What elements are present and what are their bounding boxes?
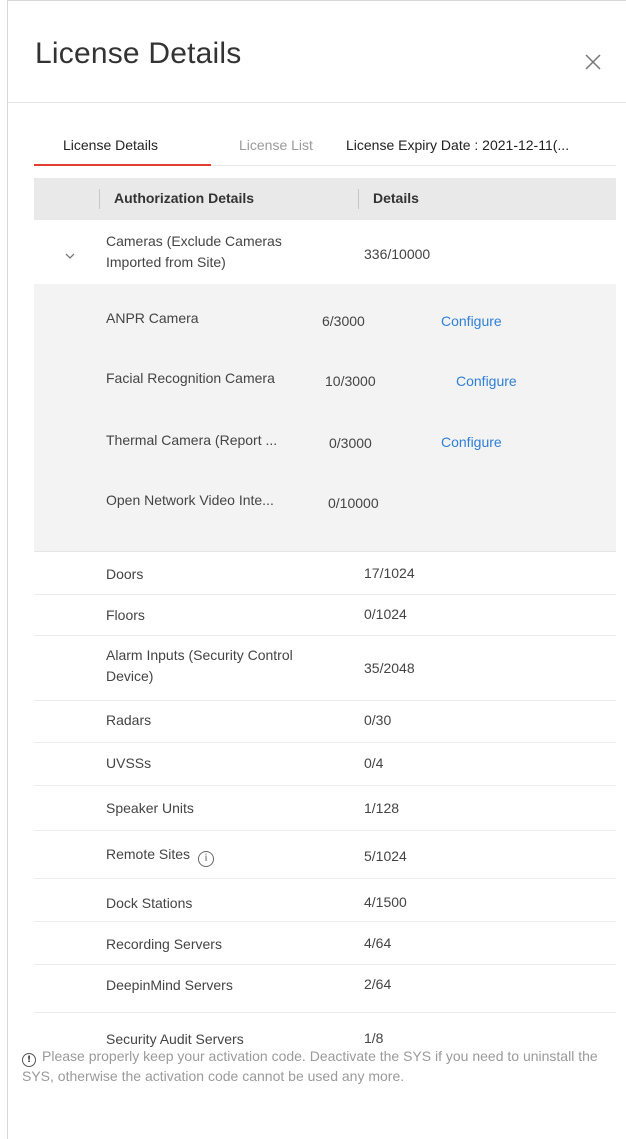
table-row-speaker-units: Speaker Units 1/128 <box>34 786 616 831</box>
table-row-cameras[interactable]: Cameras (Exclude Cameras Imported from S… <box>34 220 616 284</box>
sub-row-name: ANPR Camera <box>106 310 199 326</box>
dialog-header: License Details <box>8 1 626 103</box>
row-value: 4/1500 <box>364 894 407 910</box>
row-name-line: Cameras (Exclude Cameras <box>106 233 282 249</box>
tab-license-list[interactable]: License List <box>239 137 313 153</box>
row-value: 0/4 <box>364 755 384 771</box>
license-expiry-date: License Expiry Date : 2021-12-11(... <box>346 137 570 153</box>
row-name: Remote Sites i <box>106 844 215 867</box>
column-header-details: Details <box>373 190 419 206</box>
row-name: Recording Servers <box>106 936 222 952</box>
table-row-security-audit-servers: Security Audit Servers 1/8 <box>34 1013 616 1047</box>
configure-link[interactable]: Configure <box>441 434 502 450</box>
row-value: 17/1024 <box>364 565 415 581</box>
sub-row-value: 6/3000 <box>322 313 365 329</box>
column-header-authorization-details: Authorization Details <box>114 190 255 206</box>
row-name: Alarm Inputs (Security Control Device) <box>106 645 293 687</box>
row-name: Cameras (Exclude Cameras Imported from S… <box>106 231 282 273</box>
table-row-alarm-inputs: Alarm Inputs (Security Control Device) 3… <box>34 636 616 701</box>
table-row-radars: Radars 0/30 <box>34 701 616 743</box>
close-icon[interactable] <box>581 50 605 74</box>
sub-row-facial-recognition-camera: Facial Recognition Camera 10/3000 Config… <box>34 370 616 410</box>
row-value: 1/8 <box>364 1030 384 1046</box>
row-value: 0/1024 <box>364 606 407 622</box>
table-row-uvsss: UVSSs 0/4 <box>34 743 616 786</box>
tab-license-details[interactable]: License Details <box>63 137 158 153</box>
active-tab-indicator <box>34 164 211 166</box>
table-row-deepinmind-servers: DeepinMind Servers 2/64 <box>34 965 616 1013</box>
row-value: 35/2048 <box>364 660 415 676</box>
configure-link[interactable]: Configure <box>441 313 502 329</box>
row-name: Doors <box>106 566 144 582</box>
row-value: 4/64 <box>364 935 392 951</box>
sub-row-thermal-camera: Thermal Camera (Report ... 0/3000 Config… <box>34 432 616 472</box>
row-name: Dock Stations <box>106 895 193 911</box>
column-divider <box>99 189 100 209</box>
sub-row-open-network-video-interface: Open Network Video Inte... 0/10000 <box>34 492 616 532</box>
sub-row-name: Thermal Camera (Report ... <box>106 432 278 448</box>
table-row-dock-stations: Dock Stations 4/1500 <box>34 879 616 922</box>
row-name-line: Imported from Site) <box>106 254 226 270</box>
license-details-dialog: License Details License Details License … <box>7 0 626 1139</box>
table-row-recording-servers: Recording Servers 4/64 <box>34 922 616 965</box>
row-value: 1/128 <box>364 800 400 816</box>
cameras-expanded-panel: ANPR Camera 6/3000 Configure Facial Reco… <box>34 284 616 552</box>
sub-row-name: Open Network Video Inte... <box>106 492 274 508</box>
sub-row-value: 0/3000 <box>329 435 372 451</box>
row-name: Speaker Units <box>106 800 194 816</box>
row-name: UVSSs <box>106 755 152 771</box>
activation-code-notice: ! Please properly keep your activation co… <box>22 1047 614 1086</box>
info-icon[interactable]: i <box>198 851 215 867</box>
row-name-line: Alarm Inputs (Security Control <box>106 647 293 663</box>
dialog-title: License Details <box>35 37 242 70</box>
table-row-remote-sites: Remote Sites i 5/1024 <box>34 831 616 879</box>
table-header: Authorization Details Details <box>34 178 616 220</box>
row-name: Radars <box>106 712 152 728</box>
row-value: 2/64 <box>364 976 392 992</box>
column-divider <box>358 189 359 209</box>
row-name-text: Remote Sites <box>106 846 191 862</box>
row-value: 0/30 <box>364 712 392 728</box>
chevron-down-icon[interactable] <box>64 249 76 261</box>
warning-icon: ! <box>22 1053 36 1067</box>
sub-row-name: Facial Recognition Camera <box>106 370 275 386</box>
sub-row-value: 0/10000 <box>328 495 379 511</box>
row-name-line: Device) <box>106 668 154 684</box>
notice-text: Please properly keep your activation cod… <box>22 1048 598 1084</box>
row-value: 336/10000 <box>364 246 431 262</box>
row-value: 5/1024 <box>364 848 407 864</box>
sub-row-value: 10/3000 <box>325 373 376 389</box>
table-row-floors: Floors 0/1024 <box>34 595 616 636</box>
table-row-doors: Doors 17/1024 <box>34 552 616 595</box>
row-name: Floors <box>106 607 145 623</box>
row-name: DeepinMind Servers <box>106 977 233 993</box>
tab-bar: License Details License List License Exp… <box>8 129 626 167</box>
configure-link[interactable]: Configure <box>456 373 517 389</box>
sub-row-anpr-camera: ANPR Camera 6/3000 Configure <box>34 310 616 350</box>
